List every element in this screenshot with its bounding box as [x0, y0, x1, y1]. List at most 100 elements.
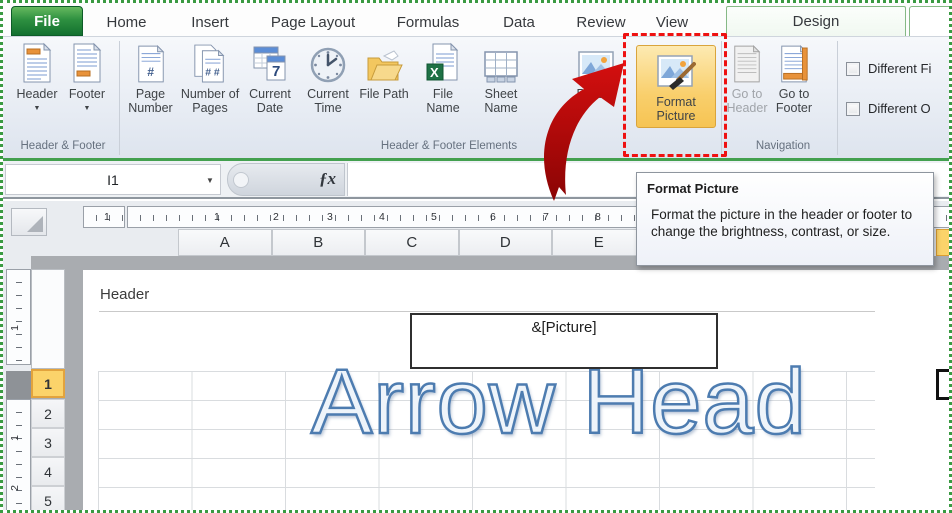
- vertical-ruler: 1 2: [6, 399, 31, 513]
- watermark-text: Arrow Head: [311, 356, 807, 448]
- picture-label: Picture: [577, 87, 616, 101]
- row-header-2[interactable]: 2: [31, 399, 65, 428]
- go-to-footer-label: Go to Footer: [771, 87, 817, 115]
- picture-placeholder-text: &[Picture]: [412, 319, 716, 336]
- group-separator: [837, 41, 838, 155]
- svg-text:# #: # #: [205, 67, 220, 78]
- file-path-icon: [364, 40, 404, 84]
- number-of-pages-label: Number of Pages: [180, 87, 240, 115]
- name-box[interactable]: I1: [5, 164, 221, 195]
- tab-home[interactable]: Home: [99, 9, 154, 36]
- group-separator: [721, 41, 722, 155]
- sheet-name-icon: [482, 40, 520, 84]
- tooltip-title: Format Picture: [647, 181, 923, 196]
- file-path-label: File Path: [359, 87, 408, 101]
- page-number-icon: #: [135, 40, 167, 84]
- tab-page-layout[interactable]: Page Layout: [265, 9, 361, 36]
- page-number-label: Page Number: [123, 87, 178, 115]
- format-picture-icon: [656, 48, 696, 92]
- ruler-number: 1: [214, 211, 220, 223]
- horizontal-ruler-margin: 1: [83, 206, 125, 228]
- insert-function-icon[interactable]: ƒx: [319, 169, 336, 189]
- tab-data[interactable]: Data: [495, 9, 543, 36]
- file-name-button[interactable]: X File Name: [415, 40, 471, 115]
- column-header-b[interactable]: B: [272, 229, 366, 256]
- current-time-label: Current Time: [300, 87, 356, 115]
- format-picture-tooltip: Format Picture Format the picture in the…: [636, 172, 934, 266]
- ruler-number: 7: [543, 211, 549, 223]
- column-header-a[interactable]: A: [178, 229, 272, 256]
- group-separator: [119, 41, 120, 155]
- checkbox-icon[interactable]: [846, 62, 860, 76]
- file-name-icon: X: [425, 40, 461, 84]
- ruler-active-row-notch: [6, 371, 31, 399]
- select-all-triangle-icon: [27, 216, 43, 232]
- ruler-number: 1: [9, 435, 21, 441]
- checkbox-icon[interactable]: [846, 102, 860, 116]
- different-first-page-checkbox-row[interactable]: Different Fi: [846, 61, 931, 76]
- current-time-button[interactable]: Current Time: [300, 40, 356, 115]
- sheet-name-label: Sheet Name: [473, 87, 529, 115]
- header-dropdown-arrow[interactable]: ▼: [34, 105, 41, 112]
- tab-formulas[interactable]: Formulas: [386, 9, 470, 36]
- go-to-footer-button[interactable]: Go to Footer: [771, 40, 817, 115]
- page-number-button[interactable]: # Page Number: [123, 40, 178, 115]
- different-first-page-label: Different Fi: [868, 61, 931, 76]
- picture-button[interactable]: Picture: [566, 40, 626, 101]
- ruler-number: 8: [595, 211, 601, 223]
- excel-window: File Home Insert Page Layout Formulas Da…: [0, 0, 952, 513]
- svg-text:#: #: [147, 65, 154, 79]
- group-label-navigation: Navigation: [756, 140, 810, 152]
- footer-dropdown-arrow[interactable]: ▼: [84, 105, 91, 112]
- group-label-header-footer: Header & Footer: [20, 140, 105, 152]
- ruler-number: 2: [9, 485, 21, 491]
- picture-icon: [577, 40, 615, 84]
- tab-design-active[interactable]: Design: [726, 6, 906, 36]
- different-odd-even-checkbox-row[interactable]: Different O: [846, 101, 931, 116]
- ruler-number: 1: [104, 211, 110, 223]
- column-header-d[interactable]: D: [459, 229, 553, 256]
- formula-bar-pill: ƒx: [227, 163, 345, 196]
- footer-doc-icon: [70, 40, 104, 84]
- tab-file[interactable]: File: [11, 6, 83, 36]
- group-label-hf-elements: Header & Footer Elements: [381, 140, 517, 152]
- row-header-1[interactable]: 1: [31, 369, 65, 398]
- footer-button-label: Footer: [69, 87, 105, 101]
- ruler-number: 5: [431, 211, 437, 223]
- svg-text:X: X: [430, 65, 439, 80]
- format-picture-label: Format Picture: [641, 95, 711, 123]
- ruler-number: 2: [273, 211, 279, 223]
- header-doc-icon: [20, 40, 54, 84]
- header-button[interactable]: Header ▼: [13, 40, 61, 112]
- column-header-selected[interactable]: [936, 229, 952, 256]
- row-header-5[interactable]: 5: [31, 486, 65, 513]
- current-time-icon: [309, 40, 347, 84]
- ruler-number: 1: [9, 325, 21, 331]
- go-to-header-button[interactable]: Go to Header: [725, 40, 769, 115]
- format-picture-button[interactable]: Format Picture: [636, 45, 716, 128]
- row-header-3[interactable]: 3: [31, 428, 65, 457]
- number-of-pages-button[interactable]: # # Number of Pages: [180, 40, 240, 115]
- tab-view[interactable]: View: [651, 9, 693, 36]
- column-header-c[interactable]: C: [365, 229, 459, 256]
- footer-button[interactable]: Footer ▼: [63, 40, 111, 112]
- ruler-number: 3: [327, 211, 333, 223]
- row-header-margin-zone: [31, 269, 65, 369]
- sheet-name-button[interactable]: Sheet Name: [473, 40, 529, 115]
- column-header-e[interactable]: E: [552, 229, 646, 256]
- selected-cell-i1[interactable]: [936, 369, 952, 400]
- tab-insert[interactable]: Insert: [181, 9, 239, 36]
- contextual-tab-edge: [909, 6, 952, 39]
- ruler-ticks: [16, 270, 22, 364]
- vertical-ruler-margin: 1: [6, 269, 31, 365]
- current-date-icon: 7: [252, 40, 288, 84]
- tab-review[interactable]: Review: [571, 9, 631, 36]
- splitter-dot-icon[interactable]: [233, 172, 249, 188]
- row-header-4[interactable]: 4: [31, 457, 65, 486]
- file-path-button[interactable]: File Path: [358, 40, 410, 101]
- select-all-button[interactable]: [11, 208, 47, 236]
- current-date-button[interactable]: 7 Current Date: [242, 40, 298, 115]
- name-box-dropdown-icon[interactable]: ▼: [206, 176, 214, 185]
- svg-text:7: 7: [272, 63, 280, 80]
- header-picture-placeholder[interactable]: &[Picture]: [410, 313, 718, 369]
